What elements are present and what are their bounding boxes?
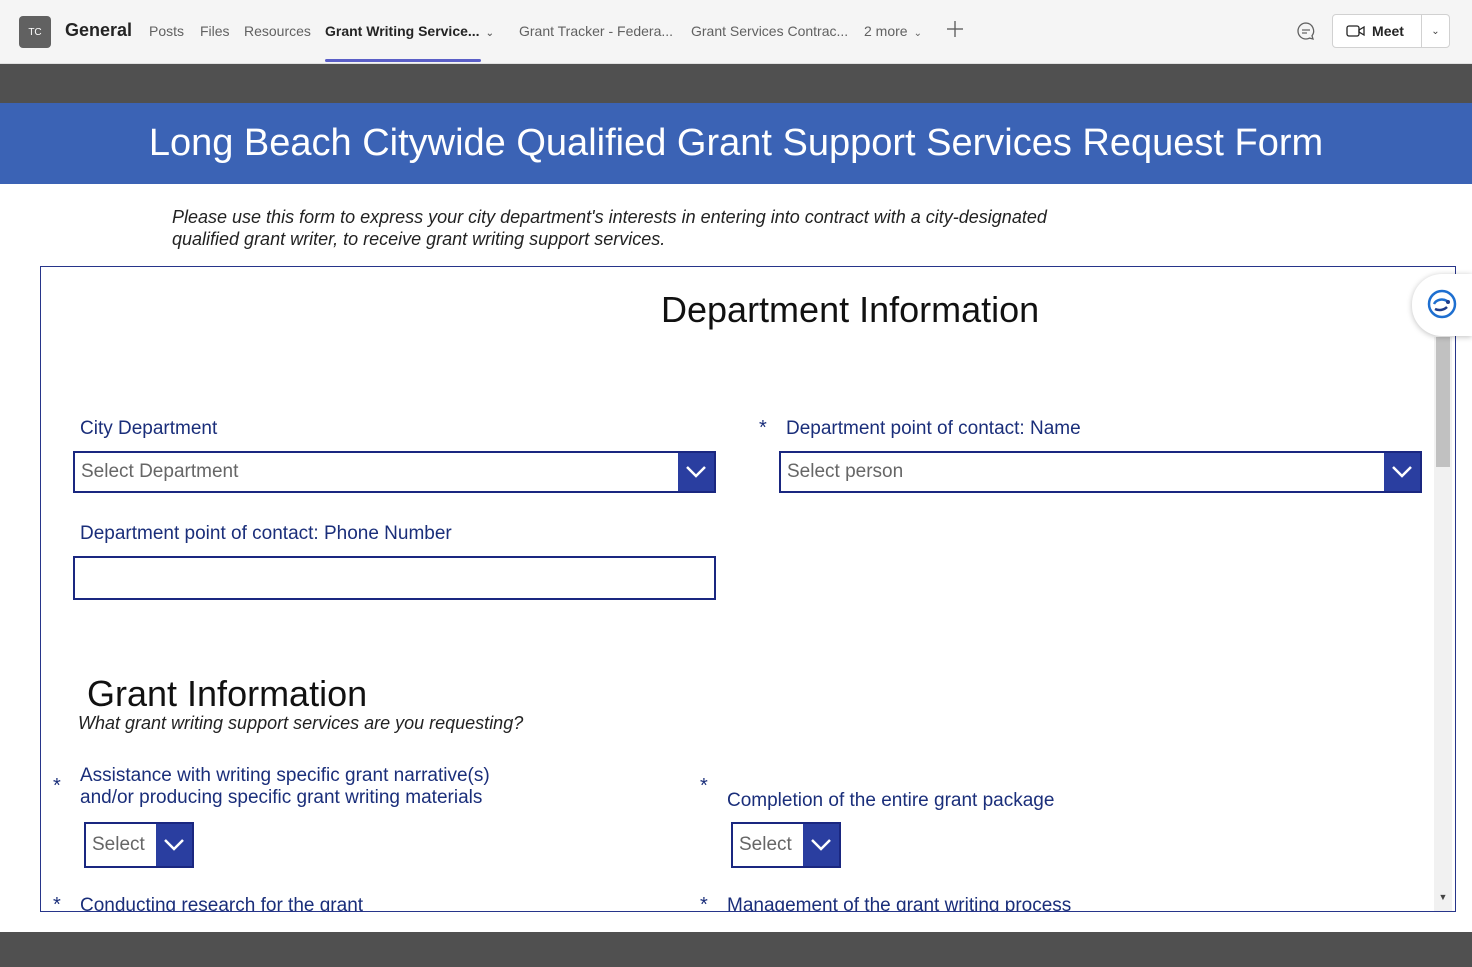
form-title-banner: Long Beach Citywide Qualified Grant Supp… [0, 103, 1472, 184]
intro-line-1: Please use this form to express your cit… [172, 207, 1047, 227]
meet-main-button[interactable]: Meet [1333, 15, 1417, 47]
q1-label-line-2: and/or producing specific grant writing … [80, 787, 483, 808]
tab-label: Grant Writing Service... [325, 23, 480, 39]
q1-select-dropdown[interactable]: Select [84, 822, 194, 868]
poc-phone-label: Department point of contact: Phone Numbe… [80, 523, 452, 544]
q2-select-value: Select [739, 834, 792, 855]
assistant-chat-icon [1427, 289, 1457, 319]
chevron-down-icon[interactable] [803, 824, 839, 866]
active-tab-indicator [325, 59, 481, 62]
conversation-icon[interactable] [1295, 20, 1317, 42]
chevron-down-icon[interactable]: ⌄ [486, 28, 494, 39]
assistant-bubble[interactable] [1412, 274, 1472, 336]
q3-label: Conducting research for the grant [80, 895, 364, 912]
poc-name-label: Department point of contact: Name [786, 418, 1081, 439]
form-intro: Please use this form to express your cit… [172, 206, 1112, 250]
tab-more-label: 2 more [864, 23, 908, 39]
app-frame-top [0, 64, 1472, 103]
video-camera-icon [1346, 25, 1365, 37]
powerapp-canvas: Long Beach Citywide Qualified Grant Supp… [0, 103, 1472, 932]
tab-posts[interactable]: Posts [149, 23, 184, 39]
form-container[interactable]: Department Information City Department S… [40, 266, 1456, 912]
poc-name-placeholder: Select person [787, 461, 904, 482]
intro-line-2: qualified grant writer, to receive grant… [172, 229, 666, 249]
required-marker: * [700, 775, 708, 797]
chevron-down-icon: ⌄ [913, 28, 922, 39]
channel-title: General [65, 20, 133, 40]
poc-name-dropdown[interactable]: Select person [779, 451, 1422, 493]
meet-button[interactable]: Meet ⌄ [1332, 14, 1450, 48]
chevron-down-icon[interactable]: ⌄ [1422, 15, 1449, 47]
q1-label: Assistance with writing specific grant n… [80, 765, 490, 809]
teams-header: TC General Posts Files Resources Grant W… [0, 0, 1472, 64]
q1-label-line-1: Assistance with writing specific grant n… [80, 765, 490, 786]
city-department-dropdown[interactable]: Select Department [73, 451, 716, 493]
q2-label: Completion of the entire grant package [727, 790, 1055, 811]
tab-grant-services-contract[interactable]: Grant Services Contrac... [691, 23, 848, 39]
department-section-title: Department Information [661, 289, 1040, 330]
grant-section-title: Grant Information [87, 673, 368, 714]
team-avatar[interactable]: TC [19, 16, 51, 48]
tab-grant-tracker[interactable]: Grant Tracker - Federa... [519, 23, 673, 39]
city-department-label: City Department [80, 418, 218, 439]
required-marker: * [53, 775, 61, 797]
chevron-down-icon[interactable] [1384, 453, 1420, 491]
q2-select-dropdown[interactable]: Select [731, 822, 841, 868]
meet-label: Meet [1372, 23, 1404, 39]
add-tab-icon[interactable] [944, 18, 966, 40]
tab-more[interactable]: 2 more ⌄ [864, 23, 922, 39]
app-frame-bottom [0, 932, 1472, 967]
scroll-down-arrow-icon[interactable]: ▼ [1436, 892, 1450, 906]
required-marker: * [700, 894, 708, 912]
poc-phone-input[interactable] [73, 556, 716, 600]
chevron-down-icon[interactable] [678, 453, 714, 491]
tab-files[interactable]: Files [200, 23, 230, 39]
q1-select-value: Select [92, 834, 145, 855]
grant-section-subtitle: What grant writing support services are … [78, 713, 524, 733]
city-department-placeholder: Select Department [81, 461, 239, 482]
tab-resources[interactable]: Resources [244, 23, 311, 39]
chevron-down-icon[interactable] [156, 824, 192, 866]
q4-label: Management of the grant writing process [727, 895, 1072, 912]
required-marker: * [53, 894, 61, 912]
tab-grant-writing-service[interactable]: Grant Writing Service... ⌄ [325, 23, 494, 39]
required-marker: * [759, 417, 767, 439]
scrollbar-thumb[interactable] [1436, 337, 1450, 467]
